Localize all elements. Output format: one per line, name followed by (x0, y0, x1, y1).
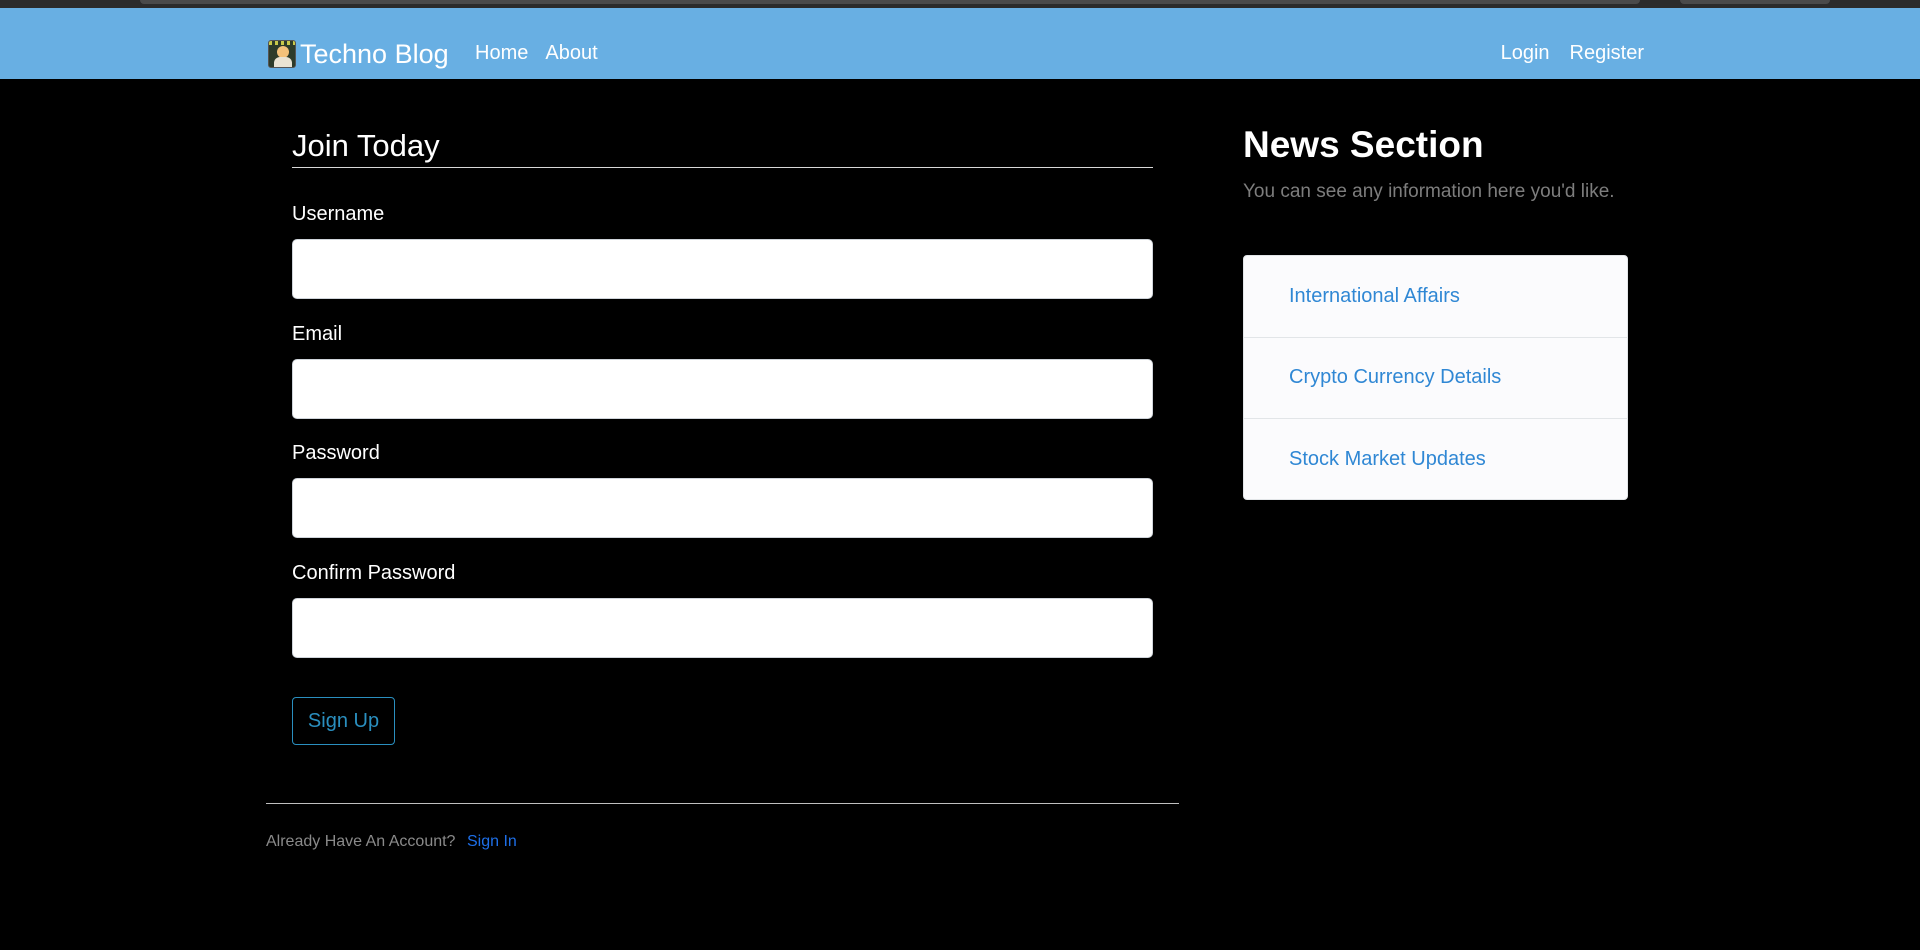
news-item-crypto-currency[interactable]: Crypto Currency Details (1244, 338, 1627, 419)
form-title-divider (292, 167, 1153, 168)
nav-link-home[interactable]: Home (475, 40, 528, 66)
browser-chrome-strip (0, 0, 1920, 8)
username-input[interactable] (292, 239, 1153, 299)
top-navbar: Techno Blog Home About Login Register (0, 8, 1920, 79)
form-footer-divider (266, 803, 1179, 804)
sign-in-link[interactable]: Sign In (467, 833, 517, 851)
form-title: Join Today (292, 128, 440, 163)
brand-name: Techno Blog (300, 38, 449, 69)
news-section-subtitle: You can see any information here you'd l… (1243, 181, 1615, 202)
nav-primary-links: Home About (475, 40, 598, 66)
news-item-label: International Affairs (1289, 284, 1460, 307)
sign-up-button[interactable]: Sign Up (292, 697, 395, 745)
nav-link-about[interactable]: About (545, 40, 597, 66)
confirm-password-label: Confirm Password (292, 562, 456, 584)
email-label: Email (292, 323, 343, 345)
email-input[interactable] (292, 359, 1153, 419)
news-section-title: News Section (1243, 124, 1484, 165)
browser-tab-edge (140, 0, 1640, 4)
news-item-international-affairs[interactable]: International Affairs (1244, 256, 1627, 338)
browser-tab-edge (1680, 0, 1830, 4)
confirm-password-input[interactable] (292, 598, 1153, 658)
password-label: Password (292, 442, 380, 464)
news-item-stock-market[interactable]: Stock Market Updates (1244, 419, 1627, 499)
brand-logo-icon (268, 40, 296, 68)
news-list: International Affairs Crypto Currency De… (1243, 255, 1628, 500)
nav-account-links: Login Register (1501, 40, 1644, 66)
news-item-label: Crypto Currency Details (1289, 366, 1502, 389)
nav-link-login[interactable]: Login (1501, 40, 1550, 66)
password-input[interactable] (292, 478, 1153, 538)
nav-link-register[interactable]: Register (1570, 40, 1644, 66)
account-prompt: Already Have An Account? (266, 833, 456, 850)
news-item-label: Stock Market Updates (1289, 448, 1486, 471)
brand-link[interactable]: Techno Blog (268, 30, 449, 78)
username-label: Username (292, 203, 385, 225)
